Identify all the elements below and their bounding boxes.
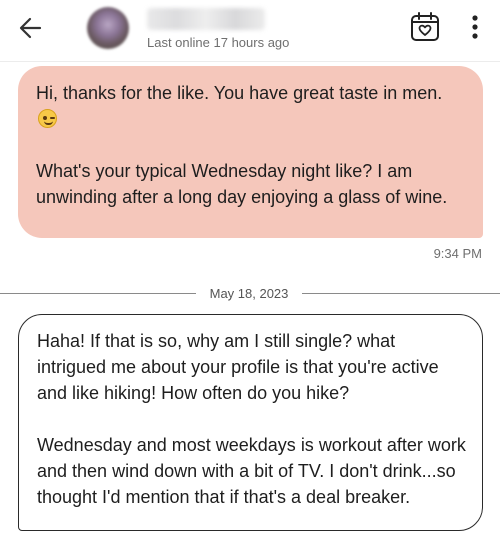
contact-name-redacted	[147, 8, 265, 30]
date-separator: May 18, 2023	[209, 286, 289, 301]
avatar[interactable]	[87, 7, 129, 49]
message-text: Hi, thanks for the like. You have great …	[36, 80, 465, 210]
message-text: Haha! If that is so, why am I still sing…	[37, 331, 466, 507]
chat-header: Last online 17 hours ago	[0, 0, 500, 62]
date-divider-line-right	[302, 293, 500, 294]
date-divider-line-left	[0, 293, 196, 294]
outgoing-message-bubble[interactable]: Hi, thanks for the like. You have great …	[18, 66, 483, 238]
winking-face-emoji	[38, 109, 57, 128]
more-vertical-icon	[472, 15, 478, 39]
message-text-line2: What's your typical Wednesday night like…	[36, 161, 448, 207]
message-text-line1: Hi, thanks for the like. You have great …	[36, 83, 443, 103]
incoming-message-bubble[interactable]: Haha! If that is so, why am I still sing…	[18, 314, 483, 531]
calendar-date-button[interactable]	[409, 11, 441, 43]
arrow-left-icon	[19, 17, 42, 39]
last-online-status: Last online 17 hours ago	[147, 35, 290, 50]
calendar-heart-icon	[411, 12, 439, 41]
message-timestamp: 9:34 PM	[433, 246, 482, 261]
back-button[interactable]	[14, 12, 52, 44]
more-options-button[interactable]	[465, 12, 485, 42]
